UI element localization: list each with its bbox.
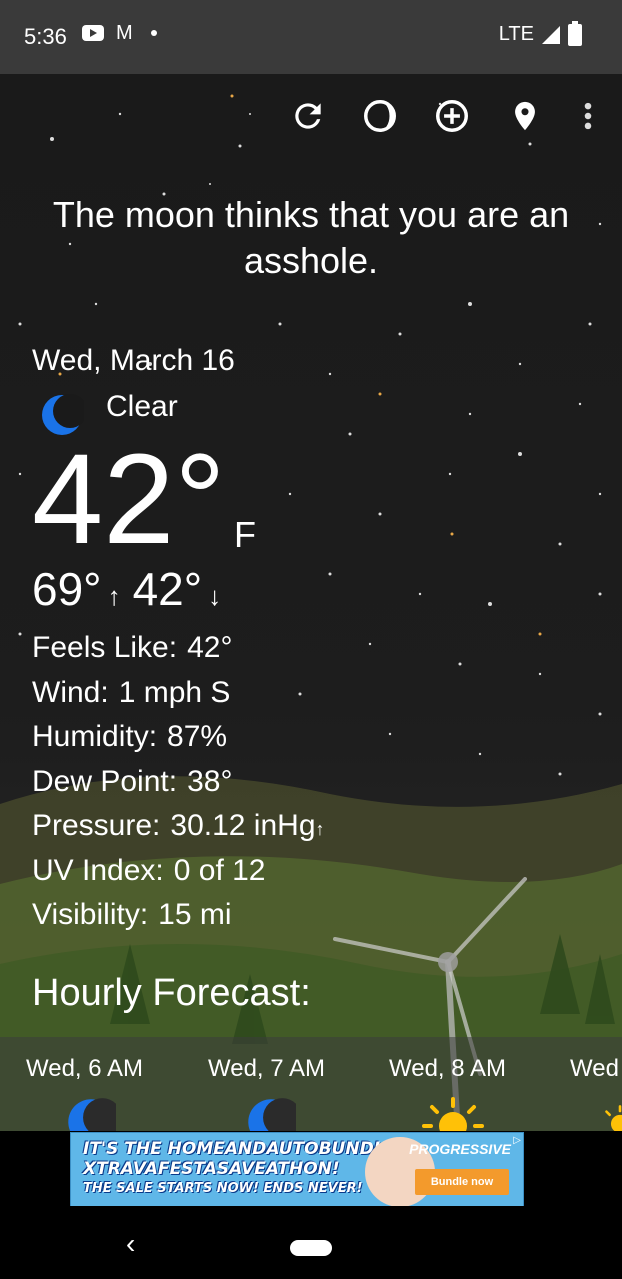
detail-row: Pressure: 30.12 inHg↑ (32, 804, 325, 849)
sun-icon (422, 1097, 484, 1131)
detail-row: Wind: 1 mph S (32, 671, 325, 716)
moon-phase-button[interactable] (360, 96, 400, 136)
detail-label: UV Index: (32, 853, 164, 887)
detail-value: 30.12 inHg (170, 809, 316, 842)
status-bar: 5:36 M LTE (0, 0, 622, 74)
status-time: 5:36 (24, 24, 67, 49)
crescent-moon-icon (68, 1098, 116, 1131)
detail-value: 0 of 12 (173, 853, 266, 887)
more-vert-icon (584, 102, 592, 130)
signal-icon (542, 25, 560, 44)
add-icon (436, 100, 468, 132)
location-button[interactable] (505, 96, 545, 136)
add-location-button[interactable] (432, 96, 472, 136)
hourly-forecast-title: Hourly Forecast: (32, 972, 311, 1014)
detail-value: 87% (167, 720, 228, 753)
hourly-item[interactable]: Wed (570, 1055, 619, 1083)
hourly-time: Wed (570, 1055, 619, 1082)
current-temperature: 42° (32, 428, 226, 571)
hourly-item[interactable]: Wed, 6 AM (26, 1055, 143, 1083)
gmail-icon: M (116, 22, 133, 44)
ad-choices-icon[interactable]: ▷ (513, 1135, 521, 1146)
banner-ad[interactable]: IT'S THE HOMEANDAUTOBUNDLE XTRAVAFESTASA… (70, 1132, 524, 1207)
moon-phase-icon (364, 100, 396, 132)
detail-label: Humidity: (32, 720, 158, 753)
down-arrow-icon: ↓ (208, 581, 222, 611)
temperature-unit: F (234, 514, 256, 555)
hourly-time: Wed, 7 AM (208, 1055, 325, 1082)
refresh-button[interactable] (288, 96, 328, 136)
low-temp: 42° (132, 563, 203, 615)
battery-icon (568, 20, 582, 46)
detail-label: Dew Point: (32, 764, 178, 798)
detail-row: Feels Like: 42° (32, 626, 325, 671)
detail-row: UV Index: 0 of 12 (32, 849, 325, 894)
detail-label: Wind: (32, 675, 109, 709)
hourly-time: Wed, 6 AM (26, 1055, 143, 1082)
hourly-forecast-strip[interactable]: Wed, 6 AM Wed, 7 AM Wed, 8 AM Wed (0, 1037, 622, 1131)
detail-value: 42° (187, 631, 233, 664)
location-pin-icon (515, 101, 535, 131)
ad-line: XTRAVAFESTASAVEATHON! (83, 1159, 340, 1179)
detail-value: 1 mph S (118, 675, 231, 709)
refresh-icon (295, 103, 321, 129)
ad-brand-logo: PROGRESSIVE (409, 1141, 511, 1157)
detail-row: Visibility: 15 mi (32, 893, 325, 938)
notification-icons: M (82, 22, 157, 44)
detail-label: Feels Like: (32, 631, 178, 664)
system-nav-bar: ‹ (0, 1206, 622, 1279)
current-date: Wed, March 16 (32, 344, 235, 377)
toolbar (0, 96, 622, 136)
crescent-moon-icon (248, 1098, 296, 1131)
detail-row: Dew Point: 38° (32, 760, 325, 805)
ad-line: THE SALE STARTS NOW! ENDS NEVER! (83, 1181, 363, 1196)
detail-label: Pressure: (32, 809, 161, 842)
hourly-item[interactable]: Wed, 8 AM (389, 1055, 506, 1083)
back-icon[interactable]: ‹ (126, 1228, 135, 1260)
hourly-time: Wed, 8 AM (389, 1055, 506, 1082)
network-label: LTE (498, 23, 534, 45)
ad-copy: IT'S THE HOMEANDAUTOBUNDLE XTRAVAFESTASA… (83, 1139, 396, 1199)
more-notifications-icon (150, 30, 157, 36)
ad-line: IT'S THE HOMEANDAUTOBUNDLE (83, 1139, 397, 1159)
high-low: 69° ↑ 42° ↓ (32, 562, 221, 616)
detail-label: Visibility: (32, 898, 149, 931)
detail-row: Humidity: 87% (32, 715, 325, 760)
condition-text: Clear (106, 390, 178, 423)
home-pill[interactable] (290, 1240, 332, 1256)
ad-cta-button[interactable]: Bundle now (415, 1169, 509, 1195)
weather-details: Feels Like: 42° Wind: 1 mph S Humidity: 87%… (32, 626, 325, 938)
detail-value: 38° (187, 764, 233, 798)
status-right: LTE (498, 20, 582, 46)
hourly-item[interactable]: Wed, 7 AM (208, 1055, 325, 1083)
more-options-button[interactable] (568, 96, 608, 136)
snarky-headline: The moon thinks that you are an asshole. (52, 194, 570, 281)
high-temp: 69° (32, 563, 102, 615)
sun-icon (605, 1105, 622, 1131)
detail-value: 15 mi (158, 898, 232, 931)
youtube-icon (82, 25, 104, 41)
pressure-trend-icon: ↑ (315, 819, 325, 839)
up-arrow-icon: ↑ (107, 581, 121, 611)
